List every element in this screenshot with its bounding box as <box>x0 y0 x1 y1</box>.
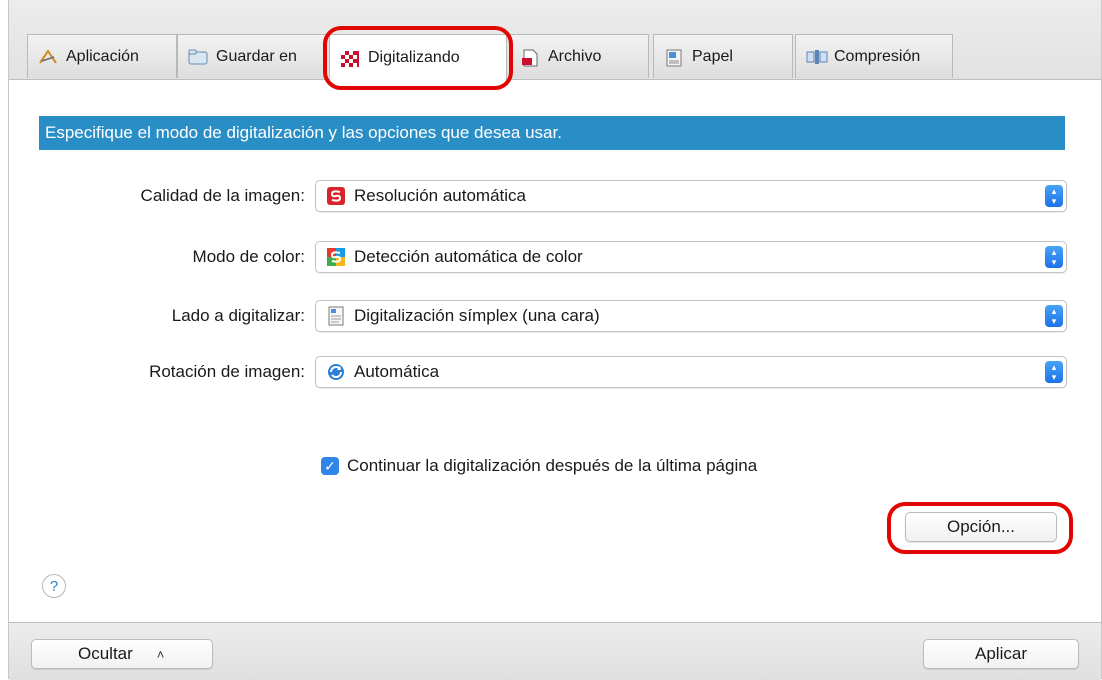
color-mode-label: Modo de color: <box>192 247 305 266</box>
application-icon <box>38 48 58 65</box>
compression-icon <box>806 49 828 65</box>
scan-side-value: Digitalización símplex (una cara) <box>354 306 600 325</box>
scan-side-label: Lado a digitalizar: <box>171 306 305 325</box>
footer-bar: Ocultar ˄ Aplicar <box>9 622 1101 680</box>
tab-aplicacion[interactable]: Aplicación <box>27 34 177 78</box>
tab-label: Aplicación <box>66 47 139 65</box>
color-mode-icon <box>326 247 346 267</box>
scanning-icon <box>340 50 360 67</box>
stepper-icon: ▴ ▾ <box>1045 361 1063 383</box>
option-button[interactable]: Opción... <box>905 512 1057 542</box>
image-quality-select[interactable]: Resolución automática ▴ ▾ <box>315 180 1067 212</box>
tab-label: Guardar en <box>216 47 297 65</box>
help-button[interactable]: ? <box>42 574 66 598</box>
stepper-icon: ▴ ▾ <box>1045 246 1063 268</box>
checkbox-checked-icon[interactable]: ✓ <box>321 457 339 475</box>
hide-button[interactable]: Ocultar ˄ <box>31 639 213 669</box>
scan-side-select[interactable]: Digitalización símplex (una cara) ▴ ▾ <box>315 300 1067 332</box>
tab-compresion[interactable]: Compresión <box>795 34 953 78</box>
continue-scan-label: Continuar la digitalización después de l… <box>347 456 758 475</box>
rotation-icon <box>326 362 346 382</box>
image-rotation-label: Rotación de imagen: <box>149 362 305 381</box>
image-quality-label: Calidad de la imagen: <box>140 186 305 205</box>
image-rotation-select[interactable]: Automática ▴ ▾ <box>315 356 1067 388</box>
tab-label: Digitalizando <box>368 48 460 66</box>
stepper-icon: ▴ ▾ <box>1045 185 1063 207</box>
tab-label: Compresión <box>834 47 921 65</box>
scan-settings-window: Aplicación Guardar en Digitalizando Arch… <box>8 0 1102 680</box>
color-mode-select[interactable]: Detección automática de color ▴ ▾ <box>315 241 1067 273</box>
chevron-up-icon: ˄ <box>156 646 165 662</box>
resolution-icon <box>326 186 346 206</box>
instruction-banner: Especifique el modo de digitalización y … <box>39 116 1065 150</box>
folder-icon <box>188 49 208 65</box>
image-rotation-value: Automática <box>354 362 440 381</box>
paper-icon <box>664 49 684 66</box>
tab-bar: Aplicación Guardar en Digitalizando Arch… <box>9 0 1101 80</box>
tab-guardar-en[interactable]: Guardar en <box>177 34 327 78</box>
stepper-icon: ▴ ▾ <box>1045 305 1063 327</box>
tab-archivo[interactable]: Archivo <box>509 34 649 78</box>
color-mode-value: Detección automática de color <box>354 247 583 266</box>
hide-label: Ocultar <box>78 644 133 663</box>
file-icon <box>520 49 540 66</box>
simplex-icon <box>326 306 346 326</box>
tab-papel[interactable]: Papel <box>653 34 793 78</box>
image-quality-value: Resolución automática <box>354 186 526 205</box>
tab-digitalizando[interactable]: Digitalizando <box>329 34 507 80</box>
tab-label: Archivo <box>548 47 602 65</box>
tab-label: Papel <box>692 47 733 65</box>
apply-button[interactable]: Aplicar <box>923 639 1079 669</box>
continue-scan-option[interactable]: ✓ Continuar la digitalización después de… <box>321 456 757 476</box>
